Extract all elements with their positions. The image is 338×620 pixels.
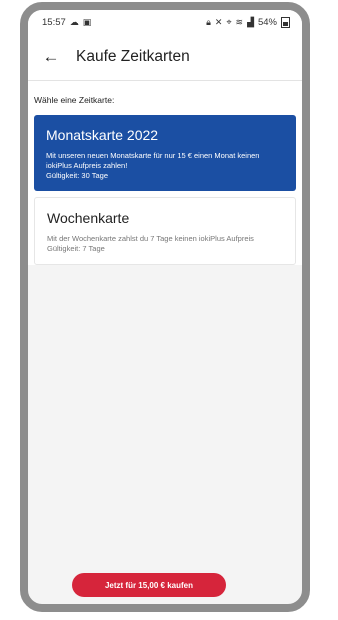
arrow-left-icon: ← xyxy=(42,47,60,66)
page-title: Kaufe Zeitkarten xyxy=(76,48,190,65)
location-icon: ⌖ xyxy=(226,16,232,27)
cloud-icon: ☁ xyxy=(69,16,79,27)
wifi-icon: ≋ xyxy=(235,16,244,27)
battery-percent: 54% xyxy=(257,16,277,28)
phone-frame: 15:57 ☁ ▣ 🔒︎ ✕ ⌖ ≋ ▟ 54% ← Kaufe Zeitkar… xyxy=(20,2,310,612)
card-description: Mit der Wochenkarte zahlst du 7 Tage kei… xyxy=(47,234,254,243)
status-time: 15:57 xyxy=(42,16,66,28)
status-bar: 15:57 ☁ ▣ 🔒︎ ✕ ⌖ ≋ ▟ 54% xyxy=(28,10,302,34)
card-title: Monatskarte 2022 xyxy=(46,127,159,143)
status-left: 15:57 ☁ ▣ xyxy=(42,17,91,28)
ticket-card-wochenkarte[interactable]: Wochenkarte Mit der Wochenkarte zahlst d… xyxy=(34,197,296,265)
card-description: Mit unseren neuen Monatskarte für nur 15… xyxy=(46,151,260,170)
card-validity: Gültigkeit: 7 Tage xyxy=(47,244,105,253)
status-right: 🔒︎ ✕ ⌖ ≋ ▟ 54% xyxy=(206,16,290,28)
content: Wähle eine Zeitkarte: Monatskarte 2022 M… xyxy=(28,81,302,265)
buy-button[interactable]: Jetzt für 15,00 € kaufen xyxy=(72,573,226,597)
back-button[interactable]: ← xyxy=(38,44,64,70)
card-validity: Gültigkeit: 30 Tage xyxy=(46,171,108,180)
ticket-card-monatskarte[interactable]: Monatskarte 2022 Mit unseren neuen Monat… xyxy=(34,115,296,191)
app-header: ← Kaufe Zeitkarten xyxy=(28,34,302,81)
section-label: Wähle eine Zeitkarte: xyxy=(34,95,115,105)
signal-icon: ▟ xyxy=(247,16,254,27)
battery-icon xyxy=(281,16,290,28)
image-icon: ▣ xyxy=(82,16,92,27)
lock-icon: 🔒︎ xyxy=(206,16,211,27)
mute-icon: ✕ xyxy=(214,16,223,27)
card-title: Wochenkarte xyxy=(47,210,130,226)
